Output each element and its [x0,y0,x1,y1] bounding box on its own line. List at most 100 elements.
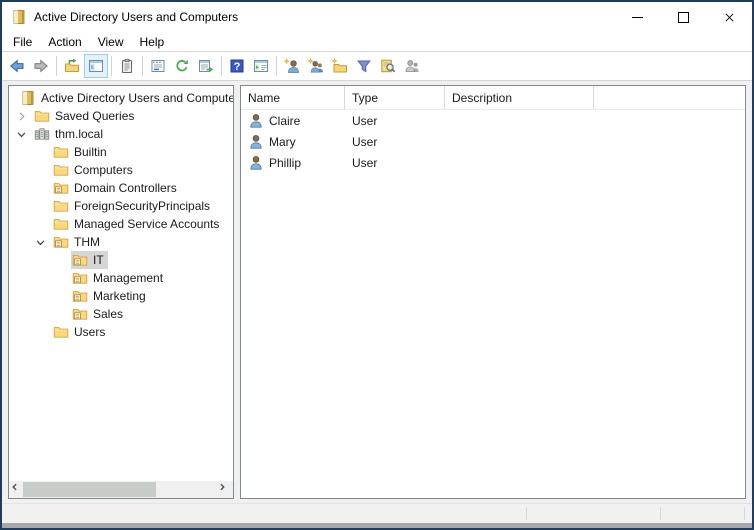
scroll-right-button[interactable] [216,481,233,498]
column-header-description[interactable]: Description [445,86,594,109]
tree-item-content[interactable]: THM [52,233,104,251]
new-user-button[interactable] [280,54,304,78]
advanced-security-button[interactable] [400,54,424,78]
ou-icon [53,234,69,250]
cell-name[interactable]: Phillip [241,155,345,171]
cell-type: User [352,113,378,128]
list-header: Name Type Description [241,86,745,110]
cell-name[interactable]: Claire [241,113,345,129]
back-button[interactable] [5,54,29,78]
forward-button[interactable] [29,54,53,78]
close-button[interactable] [706,2,752,32]
tree-item-content[interactable]: Users [52,323,109,341]
tree-item-computers[interactable]: Computers [9,161,233,179]
find-button[interactable] [376,54,400,78]
tree-item-active-directory-users-and-computers[interactable]: Active Directory Users and Computers [ [9,89,233,107]
filter-button[interactable] [352,54,376,78]
folder-icon [53,198,69,214]
column-header-type[interactable]: Type [345,86,445,109]
new-ou-button[interactable] [328,54,352,78]
export-list-button[interactable] [194,54,218,78]
status-divider [660,507,661,520]
tree-item-content[interactable]: thm.local [33,125,107,143]
export-list-icon [198,58,214,74]
scrollbar-thumb[interactable] [23,482,156,497]
tree-item-content[interactable]: Saved Queries [33,107,138,125]
dialog-window-button[interactable] [146,54,170,78]
menu-file[interactable]: File [5,35,40,49]
tree-item-domain-controllers[interactable]: Domain Controllers [9,179,233,197]
console-tree-toggle-button[interactable] [84,54,108,78]
tree-item-managed-service-accounts[interactable]: Managed Service Accounts [9,215,233,233]
folder-icon [53,324,69,340]
toolbar-separator [142,56,143,76]
tree-item-content[interactable]: IT [71,251,108,269]
list-item-mary[interactable]: Mary User [241,131,745,152]
root-book-icon [20,90,36,106]
column-header-name[interactable]: Name [241,86,345,109]
list-item-claire[interactable]: Claire User [241,110,745,131]
tree-item-content[interactable]: Active Directory Users and Computers [ [19,89,233,107]
new-group-button[interactable] [304,54,328,78]
help-button[interactable]: ? [225,54,249,78]
toolbar: ? [2,52,752,81]
action-pane-toggle-icon [253,58,269,74]
maximize-button[interactable] [660,2,706,32]
tree-item-content[interactable]: Management [71,269,167,287]
tree-item-users[interactable]: Users [9,323,233,341]
window-title: Active Directory Users and Computers [34,10,239,24]
ou-icon [72,288,88,304]
up-one-level-button[interactable] [60,54,84,78]
cell-name[interactable]: Mary [241,134,345,150]
tree-item-content[interactable]: Sales [71,305,127,323]
tree-horizontal-scrollbar[interactable] [9,481,233,498]
menu-action[interactable]: Action [40,35,89,49]
tree-item-management[interactable]: Management [9,269,233,287]
minimize-button[interactable] [614,2,660,32]
chevron-down-icon[interactable] [34,234,52,250]
tree-item-label: Management [93,271,164,285]
menu-help[interactable]: Help [132,35,173,49]
column-header-filler [594,86,745,109]
domain-icon [34,126,50,142]
find-icon [380,58,396,74]
list-item-phillip[interactable]: Phillip User [241,152,745,173]
tree-item-it[interactable]: IT [9,251,233,269]
ou-icon [53,180,69,196]
tree-item-content[interactable]: Computers [52,161,137,179]
menu-view[interactable]: View [90,35,132,49]
advanced-security-icon [404,58,420,74]
minimize-icon [631,16,643,18]
chevron-right-icon[interactable] [15,108,33,124]
properties-button[interactable] [115,54,139,78]
folder-icon [53,216,69,232]
tree-item-thm-local[interactable]: thm.local [9,125,233,143]
console-tree-toggle-icon [88,58,104,74]
tree-item-sales[interactable]: Sales [9,305,233,323]
tree-item-marketing[interactable]: Marketing [9,287,233,305]
close-icon [723,11,736,24]
tree-item-label: Managed Service Accounts [74,217,220,231]
tree-item-thm[interactable]: THM [9,233,233,251]
tree-item-content[interactable]: Managed Service Accounts [52,215,223,233]
tree-item-label: Saved Queries [55,109,135,123]
tree-item-content[interactable]: Builtin [52,143,111,161]
folder-icon [34,108,50,124]
tree-item-saved-queries[interactable]: Saved Queries [9,107,233,125]
tree-item-foreignsecurityprincipals[interactable]: ForeignSecurityPrincipals [9,197,233,215]
refresh-icon [174,58,190,74]
tree-item-builtin[interactable]: Builtin [9,143,233,161]
chevron-down-icon[interactable] [15,126,33,142]
action-pane-toggle-button[interactable] [249,54,273,78]
chevron-right-icon [217,482,233,498]
tree-item-content[interactable]: ForeignSecurityPrincipals [52,197,214,215]
dialog-window-icon [150,58,166,74]
toolbar-separator [56,56,57,76]
tree-item-content[interactable]: Marketing [71,287,150,305]
up-one-level-icon [64,58,80,74]
tree-item-label: Sales [93,307,124,321]
refresh-button[interactable] [170,54,194,78]
tree-item-content[interactable]: Domain Controllers [52,179,181,197]
